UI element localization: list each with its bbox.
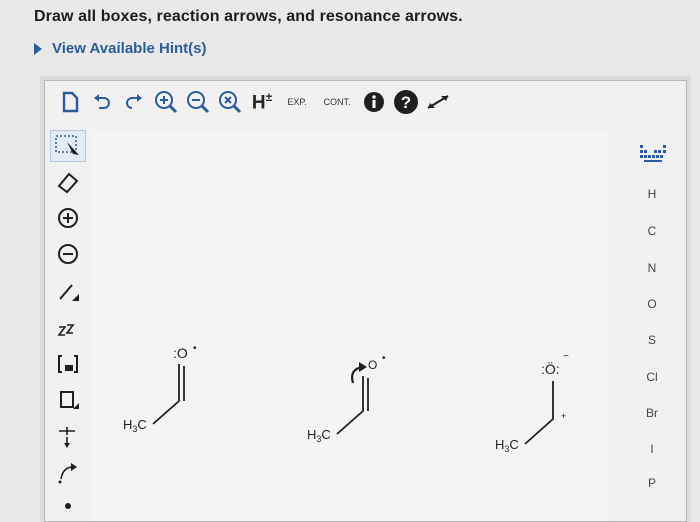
new-doc-icon (62, 91, 79, 113)
contract-label: CONT. (323, 96, 351, 107)
structure-3-methyl-label: H3C (495, 437, 519, 454)
structures-svg: H3C :O • H3C O • H3C :Ö: − + (123, 343, 569, 454)
svg-text:?: ? (401, 93, 411, 112)
info-icon (364, 92, 384, 112)
box-tool[interactable] (51, 385, 85, 415)
zigzag-chain-icon (57, 324, 75, 336)
element-n[interactable]: N (622, 261, 682, 275)
negative-charge-tool[interactable] (51, 239, 85, 269)
help-icon: ? (394, 90, 418, 114)
element-s[interactable]: S (622, 333, 682, 347)
drawing-canvas[interactable]: H3C :O • H3C O • H3C :Ö: − + (91, 131, 609, 521)
plus-circle-icon (58, 208, 78, 228)
contract-button[interactable]: CONT. (317, 86, 357, 118)
chain-tool[interactable] (51, 313, 85, 343)
periodic-table-icon[interactable] (640, 145, 666, 163)
structure-2-radical: • (382, 353, 386, 364)
info-button[interactable] (359, 86, 389, 118)
structure-3-oxygen-label: :Ö: (541, 360, 560, 377)
structure-2-methyl-label: H3C (307, 427, 331, 444)
hydrogens-sup: ± (265, 89, 273, 104)
zoom-reset-icon (219, 91, 242, 114)
hydrogens-button[interactable]: H± (247, 86, 277, 118)
lasso-select-icon (55, 135, 79, 155)
element-o[interactable]: O (622, 297, 682, 311)
structure-1-oxygen-label: :O (173, 345, 188, 361)
curved-arrow-tool[interactable] (51, 457, 85, 487)
fullscreen-icon (427, 95, 449, 109)
help-button[interactable]: ? (391, 86, 421, 118)
bracket-icon (58, 355, 78, 373)
chem-editor: H± EXP. CONT. ? H3C:O • H3C O • H3C:Ö:… (44, 80, 687, 522)
editor-toolbar: H± EXP. CONT. ? (45, 81, 686, 123)
zoom-out-button[interactable] (183, 86, 213, 118)
caret-right-icon (34, 42, 42, 55)
view-hints-link[interactable]: View Available Hint(s) (34, 40, 207, 57)
fullscreen-button[interactable] (423, 86, 453, 118)
reaction-arrow-tool[interactable] (51, 421, 85, 451)
undo-button[interactable] (87, 86, 117, 118)
structure-3[interactable]: H3C :Ö: − + (495, 351, 569, 454)
zoom-in-icon (155, 91, 178, 114)
eraser-icon (57, 172, 79, 194)
redo-icon (126, 94, 142, 109)
box-icon (60, 391, 79, 409)
select-tool[interactable] (50, 130, 86, 162)
instruction-text: Draw all boxes, reaction arrows, and res… (34, 8, 463, 25)
structure-1-methyl-label: H3C (123, 417, 147, 434)
element-cl[interactable]: Cl (622, 370, 682, 384)
element-i[interactable]: I (622, 442, 682, 456)
view-hints-label: View Available Hint(s) (52, 40, 207, 57)
new-document-button[interactable] (55, 86, 85, 118)
undo-icon (94, 94, 110, 109)
reaction-arrow-icon (59, 427, 75, 448)
single-bond-icon (59, 284, 79, 301)
element-palette: H C N O S Cl Br I P (622, 131, 682, 521)
element-p[interactable]: P (622, 476, 682, 490)
structure-1[interactable]: H3C :O • (123, 343, 197, 434)
element-h[interactable]: H (622, 187, 682, 201)
expand-button[interactable]: EXP. (279, 86, 315, 118)
minus-circle-icon (58, 244, 78, 264)
zoom-reset-button[interactable] (215, 86, 245, 118)
expand-label: EXP. (287, 96, 307, 107)
element-c[interactable]: C (622, 224, 682, 238)
curved-arrow-icon (58, 463, 77, 484)
left-toolbar (49, 130, 87, 521)
positive-charge-tool[interactable] (51, 203, 85, 233)
redo-button[interactable] (119, 86, 149, 118)
structure-2[interactable]: H3C O • (307, 353, 386, 444)
bracket-tool[interactable] (51, 349, 85, 379)
hydrogens-label: H (251, 92, 266, 114)
dot-tool[interactable] (51, 491, 85, 521)
zoom-in-button[interactable] (151, 86, 181, 118)
eraser-tool[interactable] (51, 167, 85, 197)
structure-2-oxygen-label: O (368, 358, 377, 372)
structure-3-plus: + (561, 411, 566, 421)
structure-1-radical: • (193, 343, 197, 354)
single-bond-tool[interactable] (51, 277, 85, 307)
structure-3-charge: − (563, 351, 569, 362)
zoom-out-icon (187, 91, 210, 114)
element-br[interactable]: Br (622, 406, 682, 420)
